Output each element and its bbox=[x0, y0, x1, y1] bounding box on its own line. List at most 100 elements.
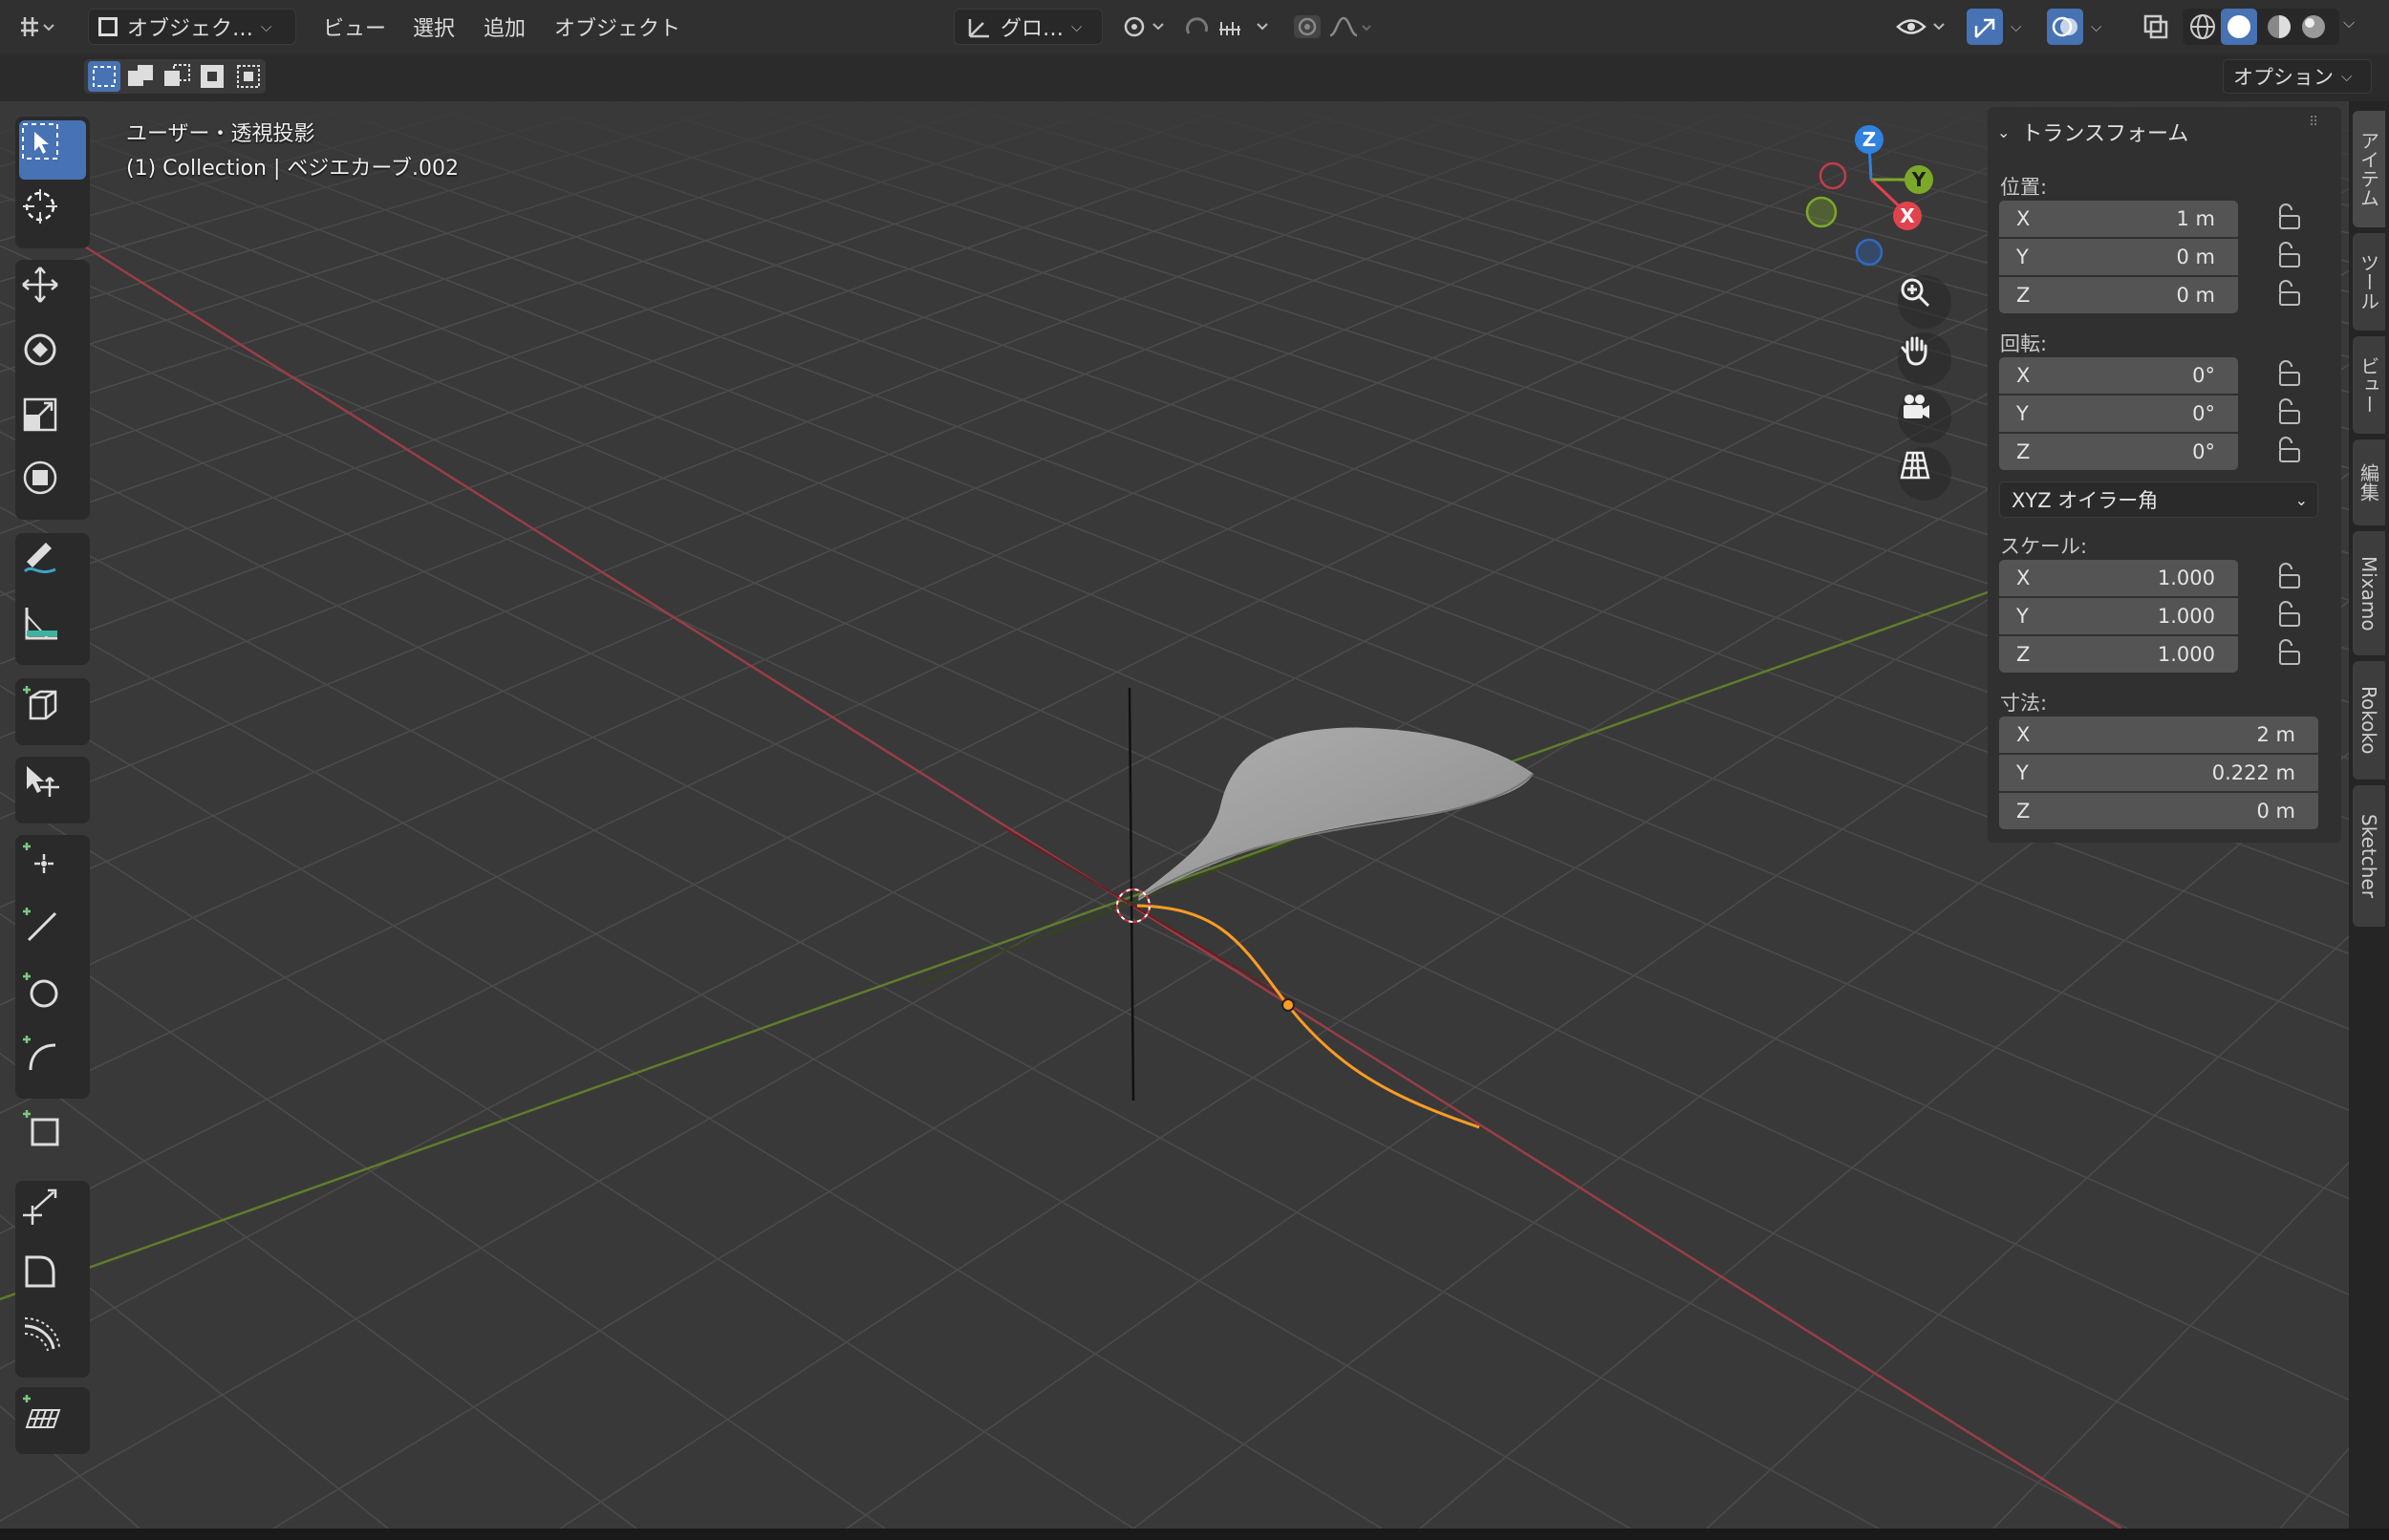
tab-edit[interactable]: 編集 bbox=[2353, 439, 2385, 525]
select-extend-button[interactable] bbox=[124, 61, 157, 92]
pan-button[interactable] bbox=[1898, 332, 1951, 386]
xray-toggle-button[interactable] bbox=[2137, 9, 2175, 45]
menu-select[interactable]: 選択 bbox=[413, 11, 455, 42]
dimensions-z-field[interactable]: Z0 m bbox=[1999, 793, 2318, 829]
transform-tool[interactable] bbox=[19, 457, 86, 516]
rotation-mode-dropdown[interactable]: XYZ オイラー角 ⌄ bbox=[1999, 481, 2318, 518]
draw-point-tool[interactable] bbox=[19, 839, 86, 898]
menu-object[interactable]: オブジェクト bbox=[554, 11, 680, 42]
scale-y-lock-icon[interactable] bbox=[2274, 600, 2307, 629]
visibility-selectability-button[interactable] bbox=[1896, 9, 1953, 45]
zoom-button[interactable] bbox=[1898, 275, 1951, 329]
draw-rectangle-tool[interactable] bbox=[19, 1106, 86, 1166]
rotation-y-field[interactable]: Y 0° bbox=[1999, 396, 2238, 432]
scale-tool[interactable] bbox=[19, 394, 86, 453]
select-new-button[interactable] bbox=[88, 61, 120, 92]
rotate-tool[interactable] bbox=[19, 329, 86, 388]
transform-orientation-dropdown[interactable]: グロ… ⌵ bbox=[954, 9, 1103, 45]
scale-label: スケール: bbox=[2000, 535, 2088, 558]
menu-add[interactable]: 追加 bbox=[484, 11, 526, 42]
scale-z-lock-icon[interactable] bbox=[2274, 638, 2307, 667]
move-tool[interactable] bbox=[19, 264, 86, 323]
tab-view[interactable]: ビュー bbox=[2353, 336, 2385, 434]
draw-point-icon bbox=[23, 843, 54, 873]
extrude-cursor-icon bbox=[27, 766, 59, 797]
select-subtract-button[interactable] bbox=[161, 61, 193, 92]
draw-line-tool[interactable] bbox=[19, 904, 86, 963]
select-invert-button[interactable] bbox=[197, 61, 229, 92]
gizmo-neg-z[interactable] bbox=[1855, 238, 1883, 267]
location-x-field[interactable]: X1 m bbox=[1999, 201, 2238, 237]
mode-dropdown[interactable]: オブジェク… ⌵ bbox=[88, 9, 296, 45]
solid-shading-button[interactable] bbox=[2221, 9, 2257, 45]
proportional-edit-controls[interactable] bbox=[1292, 9, 1388, 45]
rotation-y-lock-icon[interactable] bbox=[2274, 397, 2307, 426]
select-intersect-button[interactable] bbox=[233, 61, 266, 92]
rotation-label: 回転: bbox=[2000, 332, 2048, 355]
location-y-lock-icon[interactable] bbox=[2274, 241, 2307, 269]
rotation-x-field[interactable]: X 0° bbox=[1999, 357, 2238, 394]
sketch-offset-tool[interactable] bbox=[19, 1313, 86, 1372]
gizmo-toggle-button[interactable]: ⌵ bbox=[1967, 9, 2028, 45]
select-box-icon bbox=[22, 123, 58, 160]
rotation-z-lock-icon[interactable] bbox=[2274, 436, 2307, 464]
chevron-down-icon: ⌵ bbox=[1071, 18, 1083, 35]
editor-type-button[interactable] bbox=[17, 9, 75, 45]
rotate-icon bbox=[24, 333, 56, 366]
rotation-y-value: 0° bbox=[2192, 402, 2215, 425]
location-y-field[interactable]: Y0 m bbox=[1999, 239, 2238, 275]
location-x-lock-icon[interactable] bbox=[2274, 203, 2307, 231]
gizmo-neg-y[interactable] bbox=[1805, 196, 1838, 228]
scale-y-field[interactable]: Y 1.000 bbox=[1999, 598, 2238, 634]
shading-mode-group bbox=[2183, 9, 2339, 45]
tool-settings-bar: オプション ⌵ bbox=[0, 53, 2389, 101]
camera-view-button[interactable] bbox=[1898, 390, 1951, 443]
scale-x-field[interactable]: X 1.000 bbox=[1999, 560, 2238, 596]
move-icon bbox=[22, 267, 58, 303]
extrude-tool[interactable] bbox=[19, 760, 86, 820]
dimensions-x-field[interactable]: X2 m bbox=[1999, 717, 2318, 753]
draw-circle-tool[interactable] bbox=[19, 969, 86, 1028]
toolbar-annotate-group bbox=[15, 533, 90, 665]
overlays-toggle-button[interactable]: ⌵ bbox=[2047, 9, 2108, 45]
location-z-lock-icon[interactable] bbox=[2274, 279, 2307, 308]
chevron-down-icon: ⌵ bbox=[2341, 68, 2353, 85]
dimensions-y-field[interactable]: Y 0.222 m bbox=[1999, 755, 2318, 791]
perspective-toggle-button[interactable] bbox=[1898, 447, 1951, 501]
wireframe-shading-button[interactable] bbox=[2188, 12, 2217, 41]
chevron-down-icon[interactable]: ⌵ bbox=[2343, 13, 2355, 32]
location-z-field[interactable]: Z0 m bbox=[1999, 277, 2238, 313]
draw-arc-tool[interactable] bbox=[19, 1032, 86, 1091]
drag-handle-icon[interactable]: ⠿ bbox=[2309, 115, 2319, 130]
tab-tool[interactable]: ツール bbox=[2353, 233, 2385, 331]
menu-view[interactable]: ビュー bbox=[323, 11, 386, 42]
sketch-constraint-tool[interactable] bbox=[19, 1185, 86, 1244]
add-grid-tool[interactable] bbox=[19, 1391, 86, 1450]
tab-item[interactable]: アイテム bbox=[2353, 111, 2385, 227]
scale-z-field[interactable]: Z 1.000 bbox=[1999, 636, 2238, 673]
tab-sketcher[interactable]: Sketcher bbox=[2353, 785, 2385, 927]
material-shading-button[interactable] bbox=[2265, 12, 2293, 41]
snap-controls[interactable] bbox=[1181, 9, 1282, 45]
3d-viewport[interactable]: Z Y X ユーザー・透視投影 (1) Collection | ベジエカーブ.… bbox=[0, 101, 2349, 1529]
pivot-point-button[interactable] bbox=[1116, 9, 1173, 45]
sketch-fillet-tool[interactable] bbox=[19, 1250, 86, 1309]
scale-x-lock-icon[interactable] bbox=[2274, 562, 2307, 590]
sidebar-panel: ⌄ トランスフォーム ⠿ 位置: X1 m Y0 m Z0 m 回転: X 0° … bbox=[1988, 107, 2341, 843]
curve-control-point[interactable] bbox=[1281, 998, 1295, 1012]
cursor-tool[interactable] bbox=[19, 185, 86, 245]
material-sphere-icon bbox=[2268, 15, 2291, 38]
rotation-z-value: 0° bbox=[2192, 440, 2215, 463]
rendered-shading-button[interactable] bbox=[2299, 12, 2328, 41]
annotate-tool[interactable] bbox=[19, 537, 86, 596]
options-dropdown[interactable]: オプション ⌵ bbox=[2223, 59, 2372, 94]
transform-panel-header[interactable]: ⌄ トランスフォーム bbox=[1997, 117, 2188, 147]
measure-tool[interactable] bbox=[19, 602, 86, 661]
tab-rokoko[interactable]: Rokoko bbox=[2353, 661, 2385, 780]
rotation-x-lock-icon[interactable] bbox=[2274, 359, 2307, 388]
add-cube-tool[interactable] bbox=[19, 682, 86, 741]
tab-mixamo[interactable]: Mixamo bbox=[2353, 531, 2385, 655]
rotation-z-field[interactable]: Z 0° bbox=[1999, 434, 2238, 470]
select-box-tool[interactable] bbox=[19, 120, 86, 180]
fillet-icon bbox=[25, 1255, 55, 1288]
